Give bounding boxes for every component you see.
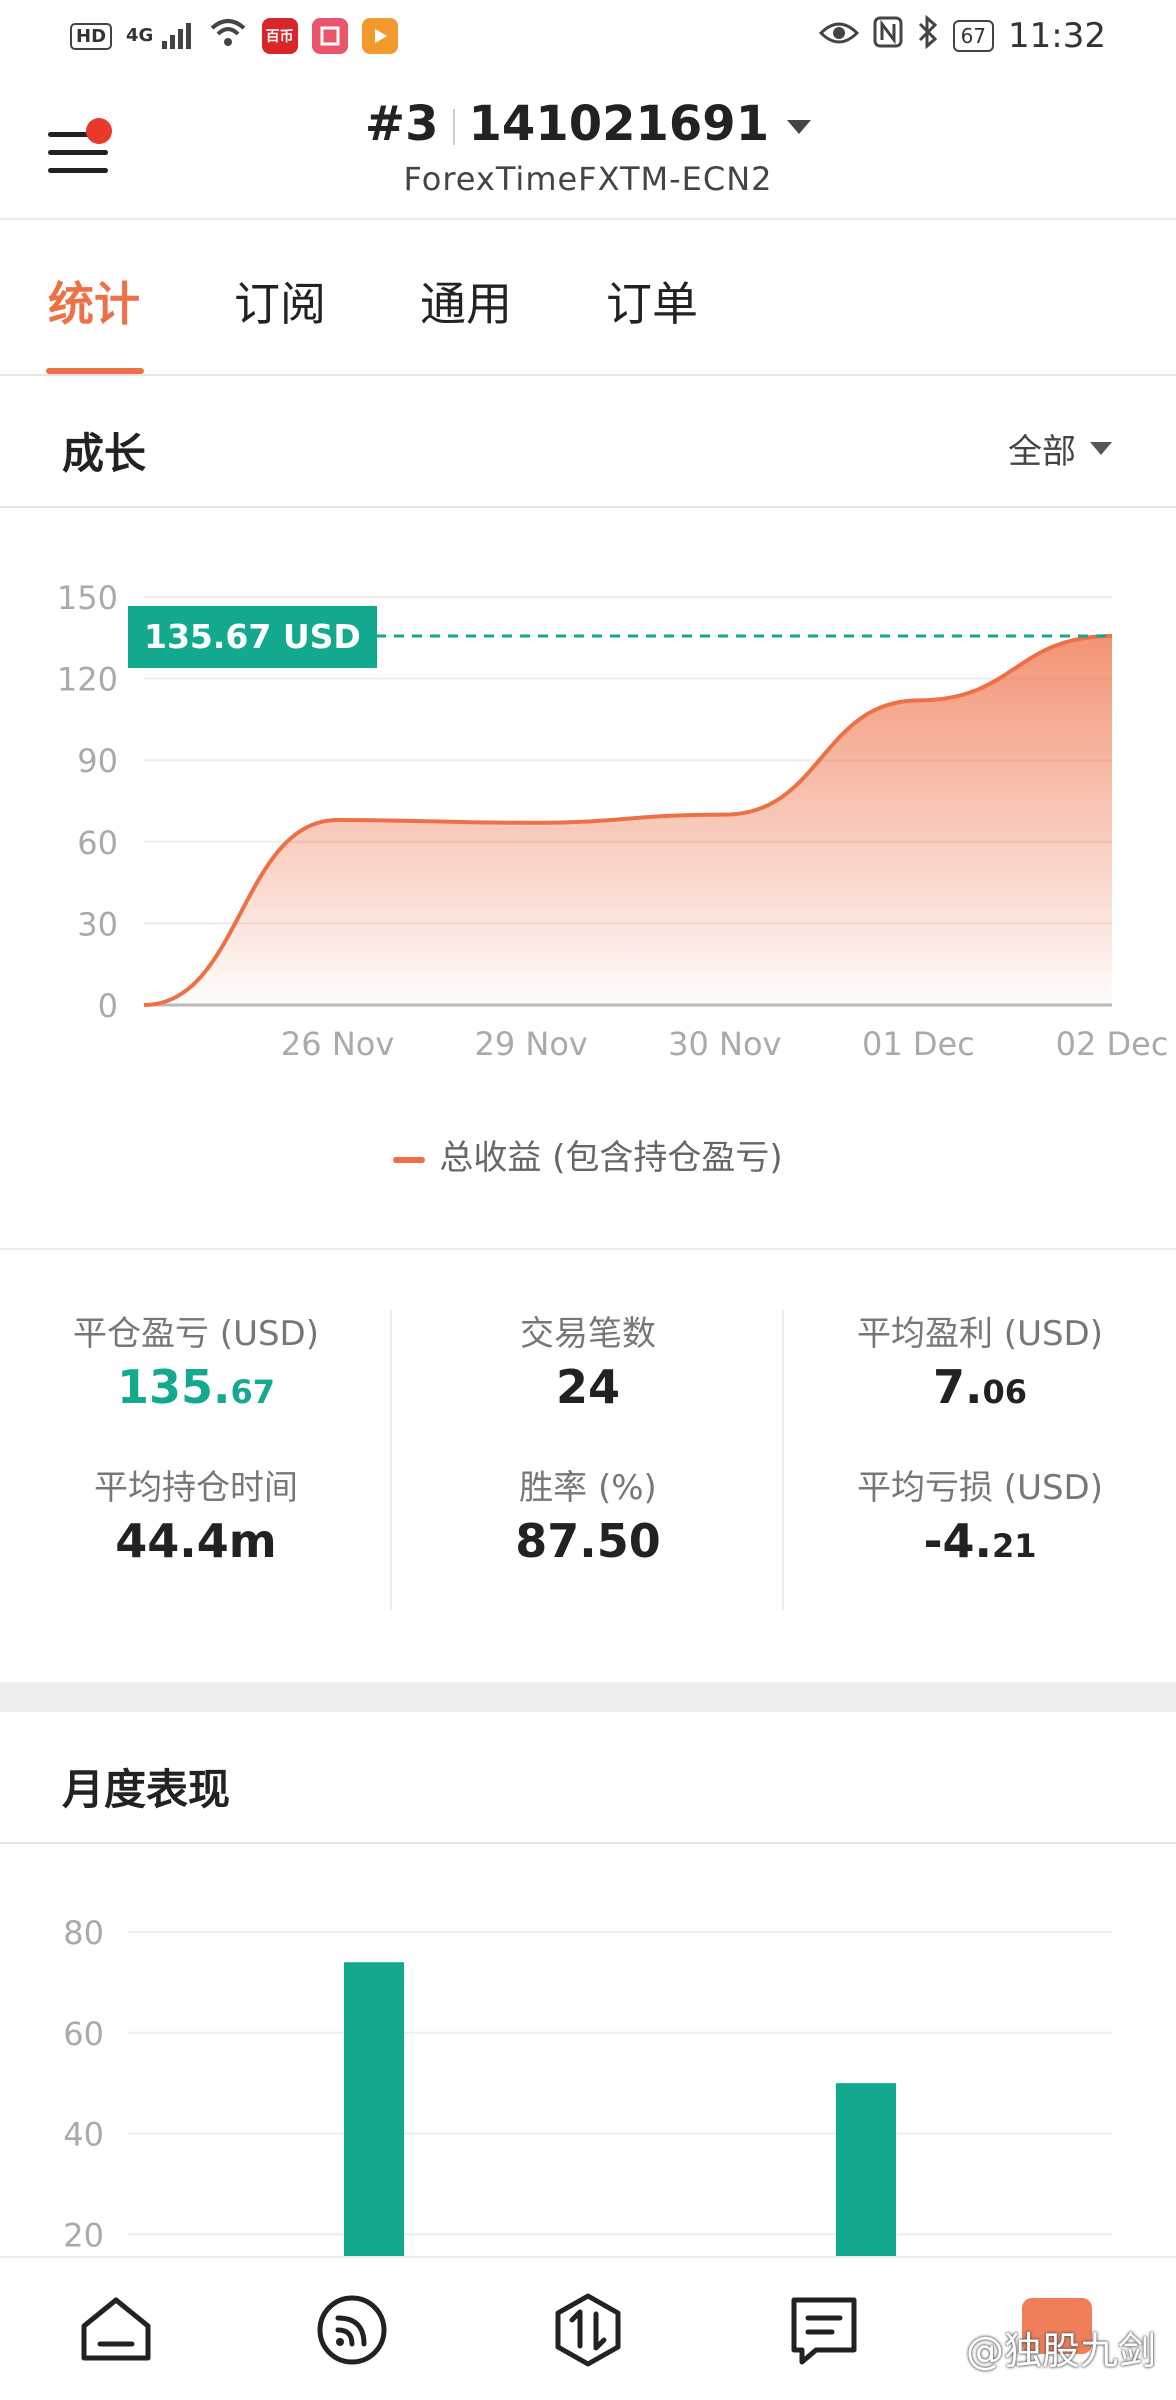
y-tick-label: 20 (63, 2216, 104, 2254)
active-tab-indicator (46, 368, 144, 374)
nav-trade[interactable] (546, 2288, 630, 2372)
video-app-icon (361, 18, 398, 54)
x-tick-label: 01 Dec (862, 1025, 975, 1063)
clock: 11:32 (1008, 16, 1106, 56)
avg-loss-label: 平均亏损 (USD) (857, 1468, 1103, 1508)
nav-news[interactable] (782, 2288, 866, 2372)
caret-down-icon (1090, 442, 1112, 455)
nav-signals[interactable] (310, 2288, 394, 2372)
y-tick-label: 60 (63, 2015, 104, 2053)
period-filter[interactable]: 全部 (1008, 424, 1112, 473)
y-tick-label: 150 (57, 579, 118, 617)
closed-pl-value: 135.67 (0, 1360, 392, 1420)
y-tick-label: 80 (63, 1914, 104, 1952)
legend-swatch (393, 1156, 426, 1163)
avg-hold-label: 平均持仓时间 (94, 1468, 298, 1508)
monthly-chart: 20 40 60 80 (0, 1844, 1176, 2256)
battery-icon: 67 (952, 20, 995, 52)
message-icon (791, 2297, 857, 2365)
watermark: @独股九剑 (965, 2329, 1156, 2373)
separator (452, 109, 455, 145)
trades-label: 交易笔数 (520, 1314, 656, 1354)
home-icon (81, 2297, 151, 2361)
avg-loss-frac: 21 (992, 1527, 1037, 1565)
signal-feed-icon (317, 2295, 387, 2365)
news-app-icon: 百币 (261, 18, 298, 54)
stats-column-1: 平仓盈亏 (USD) 135.67 平均持仓时间 44.4m (0, 1306, 392, 1574)
bottom-nav: @独股九剑 (0, 2256, 1176, 2400)
chart-legend[interactable]: 总收益 (包含持仓盈亏) (0, 1130, 1176, 1179)
growth-chart-svg: 0 30 60 90 120 150 26 Nov 29 Nov 30 Nov 01 Dec 02… (57, 579, 1169, 1063)
stats-grid: 平仓盈亏 (USD) 135.67 平均持仓时间 44.4m 交易笔数 24 胜… (0, 1248, 1176, 1682)
avg-profit-int: 7. (932, 1360, 983, 1414)
closed-pl-int: 135. (116, 1360, 231, 1414)
y-tick-label: 90 (77, 742, 118, 780)
avg-hold-value: 44.4m (115, 1514, 277, 1568)
tab-bar: 统计 订阅 通用 订单 (0, 220, 1176, 376)
monthly-chart-svg: 20 40 60 80 (63, 1914, 1112, 2256)
period-filter-label: 全部 (1008, 432, 1076, 472)
trade-icon (555, 2293, 621, 2367)
y-tick-label: 30 (77, 905, 118, 943)
closed-pl-label: 平仓盈亏 (USD) (73, 1314, 319, 1354)
tab-subscriptions[interactable]: 订阅 (234, 268, 326, 334)
y-tick-label: 40 (63, 2116, 104, 2154)
bluetooth-icon (917, 14, 939, 58)
trades-value: 24 (555, 1360, 620, 1414)
closed-pl-frac: 67 (230, 1373, 276, 1411)
account-index: #3 (364, 96, 439, 152)
nav-home[interactable] (74, 2288, 158, 2372)
win-rate-value: 87.50 (515, 1514, 661, 1568)
avg-loss-int: -4. (923, 1514, 993, 1568)
tab-orders[interactable]: 订单 (606, 268, 698, 334)
x-tick-label: 26 Nov (281, 1025, 394, 1063)
y-tick-label: 60 (77, 824, 118, 862)
avg-profit-frac: 06 (982, 1373, 1027, 1411)
x-tick-label: 30 Nov (668, 1025, 781, 1063)
account-number: 141021691 (468, 96, 770, 152)
nfc-icon (873, 16, 903, 57)
growth-chart: 0 30 60 90 120 150 26 Nov 29 Nov 30 Nov 01 Dec 02… (0, 510, 1176, 1250)
signal-icon: 4G (126, 21, 194, 51)
avg-loss-value: -4.21 (784, 1514, 1176, 1574)
tab-statistics[interactable]: 统计 (48, 268, 140, 334)
network-type: 4G (126, 25, 154, 46)
avg-profit-value: 7.06 (784, 1360, 1176, 1420)
hd-indicator: HD (70, 22, 113, 50)
stats-column-2: 交易笔数 24 胜率 (%) 87.50 (392, 1306, 784, 1574)
y-tick-label: 0 (98, 987, 118, 1025)
x-tick-label: 29 Nov (475, 1025, 588, 1063)
monthly-bar[interactable] (836, 2083, 896, 2256)
account-selector[interactable]: #3 141021691 (0, 96, 1176, 152)
section-separator (0, 1682, 1176, 1712)
account-server: ForexTimeFXTM-ECN2 (403, 160, 773, 198)
y-tick-label: 120 (57, 661, 118, 699)
caret-down-icon (787, 120, 812, 134)
monthly-bar[interactable] (344, 1962, 404, 2256)
stats-column-3: 平均盈利 (USD) 7.06 平均亏损 (USD) -4.21 (784, 1306, 1176, 1574)
win-rate-label: 胜率 (%) (519, 1468, 657, 1508)
growth-title: 成长 (62, 429, 147, 478)
book-app-icon (311, 18, 348, 54)
wifi-icon (208, 16, 248, 57)
current-value-tag: 135.67 USD (128, 606, 377, 668)
monthly-title: 月度表现 (62, 1765, 231, 1814)
eye-icon (818, 16, 859, 56)
x-tick-label: 02 Dec (1056, 1025, 1169, 1063)
avg-profit-label: 平均盈利 (USD) (857, 1314, 1103, 1354)
monthly-header: 月度表现 (0, 1712, 1176, 1844)
status-bar: HD 4G 百币 67 11:32 (0, 0, 1176, 72)
legend-label: 总收益 (包含持仓盈亏) (439, 1138, 783, 1178)
growth-header: 成长 全部 (0, 376, 1176, 508)
tab-general[interactable]: 通用 (420, 268, 512, 334)
app-header: #3 141021691 ForexTimeFXTM-ECN2 (0, 72, 1176, 220)
